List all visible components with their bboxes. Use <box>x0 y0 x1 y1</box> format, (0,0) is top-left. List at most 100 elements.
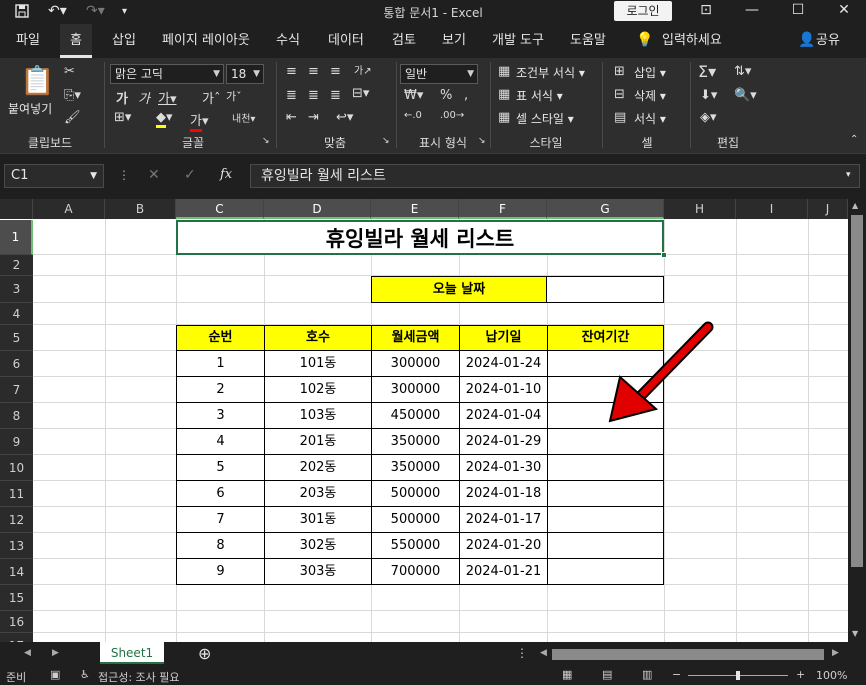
tab-home[interactable]: 홈 <box>60 24 92 58</box>
record-rent-cell[interactable]: 350000 <box>371 454 460 481</box>
sort-filter-icon[interactable]: ⇅▾ <box>734 64 751 79</box>
tab-view[interactable]: 보기 <box>432 24 476 58</box>
paste-icon[interactable]: 📋 <box>20 64 55 97</box>
align-right-icon[interactable]: ≣ <box>330 88 341 103</box>
row-header[interactable]: 1 <box>0 220 33 255</box>
record-due-date-cell[interactable]: 2024-01-04 <box>459 402 548 429</box>
align-bottom-icon[interactable]: ≡ <box>330 64 341 79</box>
page-break-view-icon[interactable]: ▥ <box>642 668 652 681</box>
align-middle-icon[interactable]: ≡ <box>308 64 319 79</box>
record-rent-cell[interactable]: 550000 <box>371 532 460 559</box>
record-unit-cell[interactable]: 102동 <box>264 376 372 403</box>
record-index-cell[interactable]: 2 <box>176 376 265 403</box>
column-header-b[interactable]: B <box>105 199 176 219</box>
record-rent-cell[interactable]: 350000 <box>371 428 460 455</box>
row-header[interactable]: 9 <box>0 429 33 455</box>
record-unit-cell[interactable]: 301동 <box>264 506 372 533</box>
increase-font-icon[interactable]: 가ˆ <box>202 88 220 107</box>
record-unit-cell[interactable]: 303동 <box>264 558 372 585</box>
row-header[interactable]: 13 <box>0 533 33 559</box>
record-due-date-cell[interactable]: 2024-01-17 <box>459 506 548 533</box>
page-layout-view-icon[interactable]: ▤ <box>602 668 612 681</box>
tab-file[interactable]: 파일 <box>6 24 50 58</box>
record-index-cell[interactable]: 3 <box>176 402 265 429</box>
copy-icon[interactable]: ⎘▾ <box>64 88 81 103</box>
row-header[interactable]: 4 <box>0 303 33 325</box>
row-header[interactable]: 16 <box>0 611 33 633</box>
row-header[interactable]: 2 <box>0 255 33 276</box>
column-header-d[interactable]: D <box>264 199 371 219</box>
column-header-e[interactable]: E <box>371 199 459 219</box>
column-header-j[interactable]: J <box>808 199 848 219</box>
font-dialog-launcher-icon[interactable]: ↘ <box>262 136 270 146</box>
macro-record-icon[interactable]: ▣ <box>50 668 60 681</box>
expand-formula-bar-icon[interactable]: ▾ <box>846 170 851 180</box>
scroll-right-icon[interactable]: ▶ <box>832 648 839 658</box>
align-center-icon[interactable]: ≣ <box>308 88 319 103</box>
column-header-h[interactable]: H <box>664 199 736 219</box>
record-rent-cell[interactable]: 300000 <box>371 376 460 403</box>
row-header[interactable]: 11 <box>0 481 33 507</box>
header-cell-index[interactable]: 순번 <box>176 325 265 351</box>
today-value-cell[interactable] <box>546 276 664 303</box>
conditional-format-button[interactable]: 조건부 서식 ▾ <box>516 64 585 81</box>
record-due-date-cell[interactable]: 2024-01-10 <box>459 376 548 403</box>
record-index-cell[interactable]: 6 <box>176 480 265 507</box>
record-unit-cell[interactable]: 103동 <box>264 402 372 429</box>
scroll-down-icon[interactable]: ▼ <box>852 629 858 638</box>
row-header[interactable]: 12 <box>0 507 33 533</box>
maximize-button[interactable]: ☐ <box>778 1 818 21</box>
sheet-tab-sheet1[interactable]: Sheet1 <box>100 642 164 664</box>
alignment-dialog-launcher-icon[interactable]: ↘ <box>382 136 390 146</box>
tab-help[interactable]: 도움말 <box>560 24 616 58</box>
row-header[interactable]: 14 <box>0 559 33 585</box>
row-header[interactable]: 8 <box>0 403 33 429</box>
record-index-cell[interactable]: 8 <box>176 532 265 559</box>
sheet-title-cell[interactable]: 휴잉빌라 월세 리스트 <box>176 220 664 255</box>
find-select-icon[interactable]: 🔍▾ <box>734 88 757 103</box>
tab-insert[interactable]: 삽입 <box>102 24 146 58</box>
close-button[interactable]: ✕ <box>824 1 864 21</box>
normal-view-icon[interactable]: ▦ <box>562 668 572 681</box>
record-due-date-cell[interactable]: 2024-01-20 <box>459 532 548 559</box>
format-painter-icon[interactable]: 🖌 <box>64 110 81 125</box>
select-all-corner[interactable] <box>0 199 33 219</box>
tell-me-search[interactable]: 입력하세요 <box>652 24 732 58</box>
percent-icon[interactable]: % <box>440 88 452 103</box>
vertical-scroll-thumb[interactable] <box>851 215 863 567</box>
record-index-cell[interactable]: 9 <box>176 558 265 585</box>
tab-formulas[interactable]: 수식 <box>266 24 310 58</box>
record-rent-cell[interactable]: 300000 <box>371 350 460 377</box>
record-index-cell[interactable]: 7 <box>176 506 265 533</box>
record-remaining-cell[interactable] <box>547 506 664 533</box>
record-rent-cell[interactable]: 450000 <box>371 402 460 429</box>
worksheet-grid[interactable]: A B C D E F G H I J 1 2 3 4 5 6 7 8 9 10 11 12 13 14 1… <box>0 199 848 642</box>
collapse-ribbon-icon[interactable]: ⌃ <box>850 134 858 145</box>
accounting-format-icon[interactable]: ₩▾ <box>404 88 423 103</box>
record-index-cell[interactable]: 4 <box>176 428 265 455</box>
cell-styles-button[interactable]: 셀 스타일 ▾ <box>516 110 574 127</box>
record-rent-cell[interactable]: 500000 <box>371 506 460 533</box>
borders-icon[interactable]: ⊞▾ <box>114 110 131 125</box>
zoom-level[interactable]: 100% <box>816 669 847 682</box>
record-remaining-cell[interactable] <box>547 428 664 455</box>
column-header-c[interactable]: C <box>176 199 264 219</box>
format-as-table-button[interactable]: 표 서식 ▾ <box>516 87 563 104</box>
record-due-date-cell[interactable]: 2024-01-21 <box>459 558 548 585</box>
tab-page-layout[interactable]: 페이지 레이아웃 <box>152 24 260 58</box>
ribbon-display-options-icon[interactable]: ⊡ <box>686 1 726 21</box>
phonetic-icon[interactable]: 내천▾ <box>232 110 255 125</box>
fill-color-icon[interactable]: ◆▾ <box>156 110 173 128</box>
align-top-icon[interactable]: ≡ <box>286 64 297 79</box>
row-header[interactable]: 6 <box>0 351 33 377</box>
record-unit-cell[interactable]: 302동 <box>264 532 372 559</box>
scroll-left-icon[interactable]: ◀ <box>540 648 547 658</box>
header-cell-rent[interactable]: 월세금액 <box>371 325 460 351</box>
italic-icon[interactable]: 가 <box>138 88 150 107</box>
increase-indent-icon[interactable]: ⇥ <box>308 110 319 125</box>
fill-icon[interactable]: ⬇▾ <box>700 88 717 103</box>
decrease-font-icon[interactable]: 가ˇ <box>226 88 242 104</box>
record-remaining-cell[interactable] <box>547 454 664 481</box>
row-header[interactable]: 10 <box>0 455 33 481</box>
wrap-text-icon[interactable]: ↩▾ <box>336 110 353 125</box>
